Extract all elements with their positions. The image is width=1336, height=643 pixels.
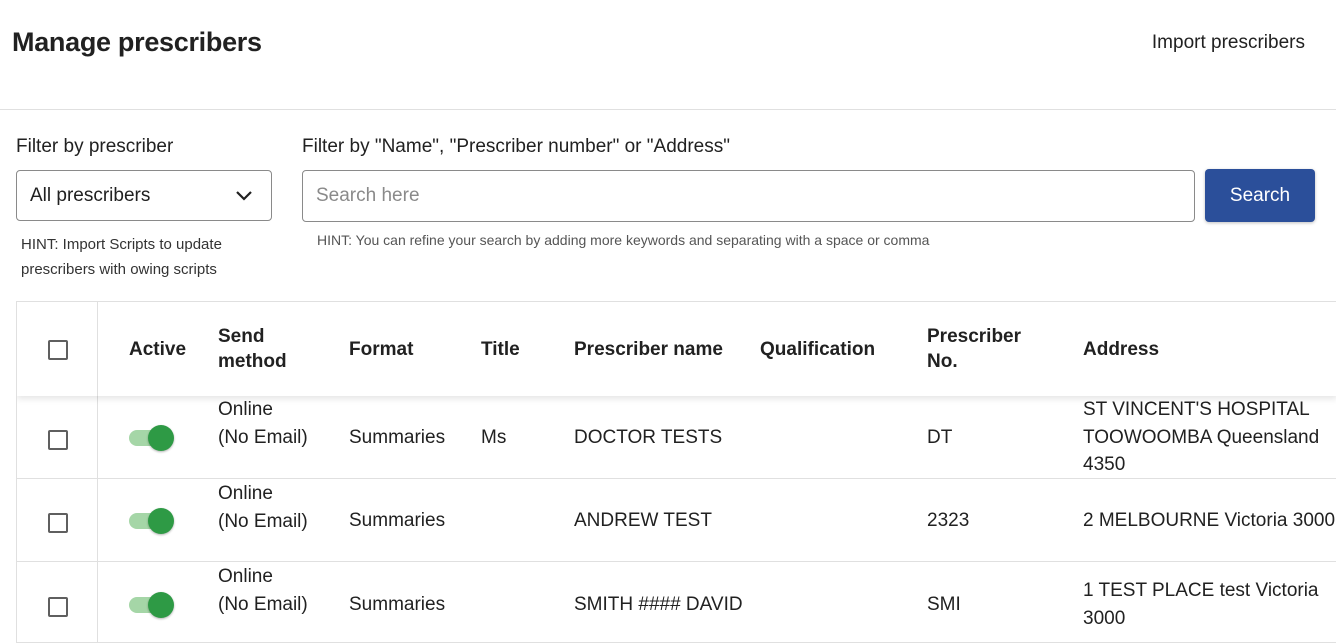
prescribers-table: Active Send method Format Title Prescrib… <box>16 301 1336 643</box>
address-cell: 1 TEST PLACE test Victoria 3000 <box>1083 580 1319 629</box>
header-title[interactable]: Title <box>481 337 520 362</box>
send-method-cell: Online (No Email) <box>218 566 308 615</box>
header-qualification[interactable]: Qualification <box>760 337 875 362</box>
import-prescribers-button[interactable]: Import prescribers <box>1152 32 1305 54</box>
select-all-cell <box>17 302 98 396</box>
import-hint: HINT: Import Scripts to update prescribe… <box>21 236 222 278</box>
table-row[interactable]: Online (No Email) Summaries ANDREW TEST … <box>17 479 1336 562</box>
toggle-knob <box>148 592 174 618</box>
active-toggle[interactable] <box>128 508 174 534</box>
title-cell: Ms <box>481 427 507 448</box>
page-title: Manage prescribers <box>12 27 262 57</box>
address-cell: 2 MELBOURNE Victoria 3000 <box>1083 510 1336 531</box>
header-send-method[interactable]: Send method <box>218 324 308 374</box>
active-toggle[interactable] <box>128 592 174 618</box>
chevron-down-icon <box>236 190 252 201</box>
format-cell: Summaries <box>349 510 446 531</box>
active-toggle[interactable] <box>128 425 174 451</box>
select-all-checkbox[interactable] <box>48 340 68 360</box>
table-row[interactable]: Online (No Email) Summaries SMITH #### D… <box>17 562 1336 642</box>
prescriber-name-cell: SMITH #### DAVID <box>574 594 743 615</box>
row-checkbox[interactable] <box>48 430 68 450</box>
prescriber-name-cell: ANDREW TEST <box>574 510 712 531</box>
table-row[interactable]: Online (No Email) Summaries Ms DOCTOR TE… <box>17 396 1336 479</box>
table-header: Active Send method Format Title Prescrib… <box>17 302 1336 396</box>
header-prescriber-name[interactable]: Prescriber name <box>574 337 723 362</box>
header-prescriber-no[interactable]: Prescriber No. <box>927 324 1037 374</box>
header-format[interactable]: Format <box>349 337 413 362</box>
prescriber-name-cell: DOCTOR TESTS <box>574 427 723 448</box>
prescriber-no-cell: SMI <box>927 594 961 615</box>
row-select-cell <box>17 479 98 561</box>
page-header: Manage prescribers Import prescribers <box>0 0 1336 110</box>
prescriber-no-cell: 2323 <box>927 510 970 531</box>
filter-prescriber-label: Filter by prescriber <box>16 136 174 157</box>
search-filter-label: Filter by "Name", "Prescriber number" or… <box>302 136 730 157</box>
search-hint: HINT: You can refine your search by addi… <box>317 232 930 248</box>
address-cell: ST VINCENT'S HOSPITAL TOOWOOMBA Queensla… <box>1083 399 1320 475</box>
send-method-cell: Online (No Email) <box>218 483 308 532</box>
prescriber-select[interactable]: All prescribers <box>16 170 272 221</box>
prescriber-select-value: All prescribers <box>30 184 151 206</box>
row-select-cell <box>17 562 98 642</box>
send-method-cell: Online (No Email) <box>218 399 308 448</box>
prescriber-no-cell: DT <box>927 427 953 448</box>
row-select-cell <box>17 396 98 478</box>
row-checkbox[interactable] <box>48 597 68 617</box>
header-active[interactable]: Active <box>129 337 186 362</box>
toggle-knob <box>148 425 174 451</box>
search-button[interactable]: Search <box>1205 169 1315 222</box>
toggle-knob <box>148 508 174 534</box>
row-checkbox[interactable] <box>48 513 68 533</box>
format-cell: Summaries <box>349 427 446 448</box>
format-cell: Summaries <box>349 594 446 615</box>
header-address[interactable]: Address <box>1083 337 1159 362</box>
search-input[interactable] <box>302 170 1195 222</box>
